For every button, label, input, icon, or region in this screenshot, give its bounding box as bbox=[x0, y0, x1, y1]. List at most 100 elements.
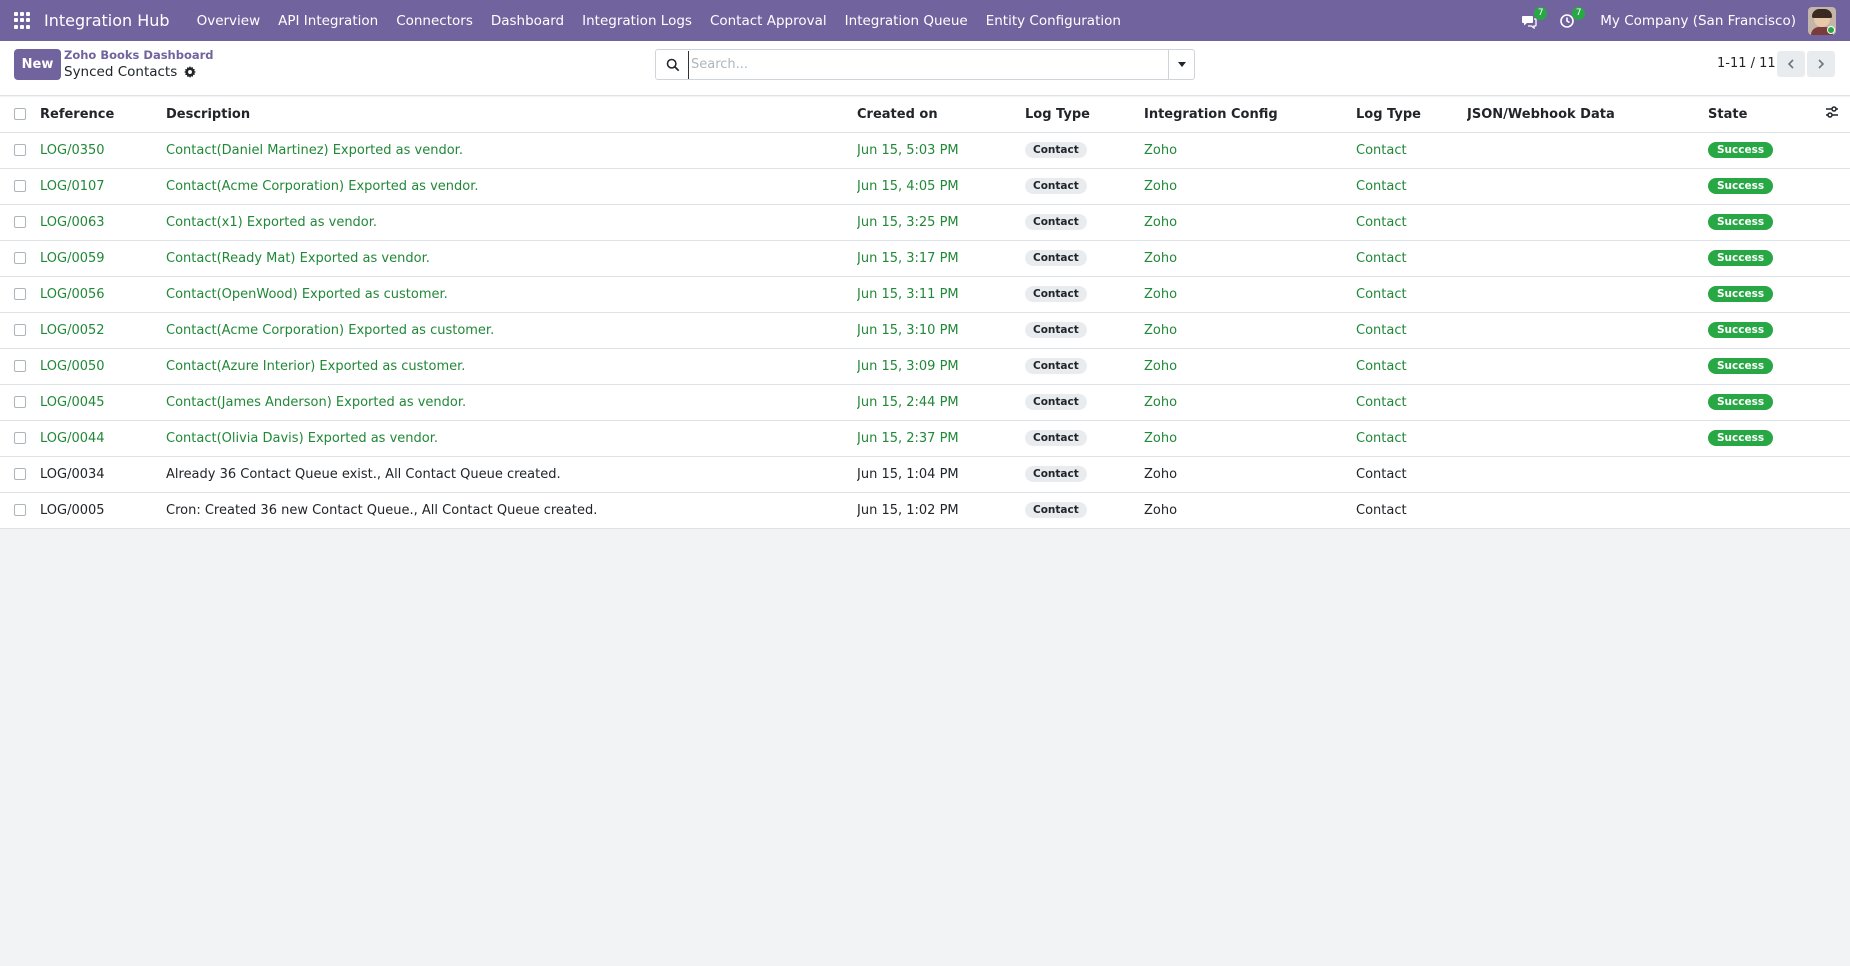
select-all-checkbox[interactable] bbox=[14, 108, 26, 121]
cell-description: Already 36 Contact Queue exist., All Con… bbox=[166, 456, 857, 493]
menu-connectors[interactable]: Connectors bbox=[396, 13, 473, 29]
row-checkbox[interactable] bbox=[14, 144, 26, 156]
breadcrumb-parent[interactable]: Zoho Books Dashboard bbox=[64, 48, 214, 62]
cell-json-webhook-data bbox=[1467, 384, 1708, 421]
table-row[interactable]: LOG/0107 Contact(Acme Corporation) Export… bbox=[0, 168, 1850, 205]
column-header-log-type-2[interactable]: Log Type bbox=[1356, 97, 1467, 133]
table-row[interactable]: LOG/0034 Already 36 Contact Queue exist.,… bbox=[0, 456, 1850, 493]
messages-count-badge: 7 bbox=[1534, 6, 1548, 20]
app-name[interactable]: Integration Hub bbox=[44, 11, 170, 30]
cell-created-on: Jun 15, 3:09 PM bbox=[857, 348, 1025, 385]
cell-reference: LOG/0056 bbox=[40, 276, 166, 313]
table-row[interactable]: LOG/0044 Contact(Olivia Davis) Exported a… bbox=[0, 420, 1850, 457]
menu-dashboard[interactable]: Dashboard bbox=[491, 13, 564, 29]
cell-json-webhook-data bbox=[1467, 240, 1708, 277]
log-type-badge: Contact bbox=[1025, 394, 1087, 410]
status-badge: Success bbox=[1708, 142, 1774, 158]
cell-created-on: Jun 15, 5:03 PM bbox=[857, 132, 1025, 169]
cell-description: Contact(Acme Corporation) Exported as cu… bbox=[166, 312, 857, 349]
cell-created-on: Jun 15, 3:17 PM bbox=[857, 240, 1025, 277]
cell-description: Contact(Azure Interior) Exported as cust… bbox=[166, 348, 857, 385]
row-checkbox[interactable] bbox=[14, 504, 26, 516]
cell-created-on: Jun 15, 1:04 PM bbox=[857, 456, 1025, 493]
cell-description: Cron: Created 36 new Contact Queue., All… bbox=[166, 492, 857, 529]
cell-reference: LOG/0044 bbox=[40, 420, 166, 457]
pager-value[interactable]: 1-11 / 11 bbox=[1717, 56, 1776, 71]
cell-log-type-2: Contact bbox=[1356, 204, 1467, 241]
row-checkbox[interactable] bbox=[14, 252, 26, 264]
cell-log-type-2: Contact bbox=[1356, 132, 1467, 169]
cell-reference: LOG/0059 bbox=[40, 240, 166, 277]
row-checkbox[interactable] bbox=[14, 432, 26, 444]
list-view: Reference Description Created on Log Typ… bbox=[0, 97, 1850, 529]
search-input[interactable] bbox=[688, 50, 1168, 79]
cell-integration-config: Zoho bbox=[1144, 384, 1356, 421]
menu-integration-queue[interactable]: Integration Queue bbox=[845, 13, 968, 29]
gear-icon[interactable] bbox=[184, 66, 197, 78]
control-panel: New Zoho Books Dashboard Synced Contacts… bbox=[0, 41, 1850, 96]
cell-integration-config: Zoho bbox=[1144, 312, 1356, 349]
log-type-badge: Contact bbox=[1025, 214, 1087, 230]
search-options-toggle[interactable] bbox=[1168, 50, 1194, 79]
menu-contact-approval[interactable]: Contact Approval bbox=[710, 13, 827, 29]
cell-json-webhook-data bbox=[1467, 132, 1708, 169]
table-row[interactable]: LOG/0050 Contact(Azure Interior) Exported… bbox=[0, 348, 1850, 385]
page-title: Synced Contacts bbox=[64, 64, 178, 80]
row-checkbox[interactable] bbox=[14, 468, 26, 480]
menu-integration-logs[interactable]: Integration Logs bbox=[582, 13, 692, 29]
table-row[interactable]: LOG/0063 Contact(x1) Exported as vendor. J… bbox=[0, 204, 1850, 241]
cell-created-on: Jun 15, 3:25 PM bbox=[857, 204, 1025, 241]
log-type-badge: Contact bbox=[1025, 502, 1087, 518]
optional-columns-icon[interactable] bbox=[1825, 105, 1839, 119]
cell-integration-config: Zoho bbox=[1144, 456, 1356, 493]
column-header-integration-config[interactable]: Integration Config bbox=[1144, 97, 1356, 133]
table-row[interactable]: LOG/0350 Contact(Daniel Martinez) Exporte… bbox=[0, 132, 1850, 169]
table-row[interactable]: LOG/0052 Contact(Acme Corporation) Export… bbox=[0, 312, 1850, 349]
company-switcher[interactable]: My Company (San Francisco) bbox=[1600, 13, 1796, 29]
cell-log-type-2: Contact bbox=[1356, 168, 1467, 205]
cell-integration-config: Zoho bbox=[1144, 168, 1356, 205]
column-header-log-type[interactable]: Log Type bbox=[1025, 97, 1144, 133]
cell-json-webhook-data bbox=[1467, 312, 1708, 349]
column-header-description[interactable]: Description bbox=[166, 97, 857, 133]
messages-button[interactable]: 7 bbox=[1518, 6, 1548, 32]
cell-description: Contact(Daniel Martinez) Exported as ven… bbox=[166, 132, 857, 169]
row-checkbox[interactable] bbox=[14, 288, 26, 300]
column-header-json-webhook-data[interactable]: JSON/Webhook Data bbox=[1467, 97, 1708, 133]
row-checkbox[interactable] bbox=[14, 360, 26, 372]
log-type-badge: Contact bbox=[1025, 430, 1087, 446]
activities-button[interactable]: 7 bbox=[1556, 6, 1586, 32]
cell-json-webhook-data bbox=[1467, 168, 1708, 205]
cell-json-webhook-data bbox=[1467, 492, 1708, 529]
column-header-reference[interactable]: Reference bbox=[40, 97, 166, 133]
table-row[interactable]: LOG/0045 Contact(James Anderson) Exported… bbox=[0, 384, 1850, 421]
caret-down-icon bbox=[1177, 62, 1186, 67]
table-row[interactable]: LOG/0005 Cron: Created 36 new Contact Que… bbox=[0, 492, 1850, 529]
cell-log-type-2: Contact bbox=[1356, 384, 1467, 421]
table-row[interactable]: LOG/0059 Contact(Ready Mat) Exported as v… bbox=[0, 240, 1850, 277]
row-checkbox[interactable] bbox=[14, 396, 26, 408]
pager-previous-button[interactable] bbox=[1777, 51, 1805, 77]
cell-created-on: Jun 15, 1:02 PM bbox=[857, 492, 1025, 529]
menu-overview[interactable]: Overview bbox=[197, 13, 261, 29]
cell-log-type-2: Contact bbox=[1356, 456, 1467, 493]
cell-reference: LOG/0034 bbox=[40, 456, 166, 493]
status-badge: Success bbox=[1708, 358, 1774, 374]
user-avatar[interactable] bbox=[1808, 6, 1836, 35]
menu-api-integration[interactable]: API Integration bbox=[278, 13, 378, 29]
cell-description: Contact(x1) Exported as vendor. bbox=[166, 204, 857, 241]
row-checkbox[interactable] bbox=[14, 324, 26, 336]
row-checkbox[interactable] bbox=[14, 180, 26, 192]
row-checkbox[interactable] bbox=[14, 216, 26, 228]
menu-entity-configuration[interactable]: Entity Configuration bbox=[986, 13, 1121, 29]
apps-grid-icon[interactable] bbox=[14, 11, 32, 30]
cell-description: Contact(Olivia Davis) Exported as vendor… bbox=[166, 420, 857, 457]
cell-description: Contact(Ready Mat) Exported as vendor. bbox=[166, 240, 857, 277]
table-row[interactable]: LOG/0056 Contact(OpenWood) Exported as cu… bbox=[0, 276, 1850, 313]
cell-description: Contact(James Anderson) Exported as vend… bbox=[166, 384, 857, 421]
column-header-created-on[interactable]: Created on bbox=[857, 97, 1025, 133]
pager-next-button[interactable] bbox=[1807, 51, 1835, 77]
log-type-badge: Contact bbox=[1025, 142, 1087, 158]
column-header-state[interactable]: State bbox=[1708, 97, 1825, 133]
new-button[interactable]: New bbox=[14, 49, 61, 80]
